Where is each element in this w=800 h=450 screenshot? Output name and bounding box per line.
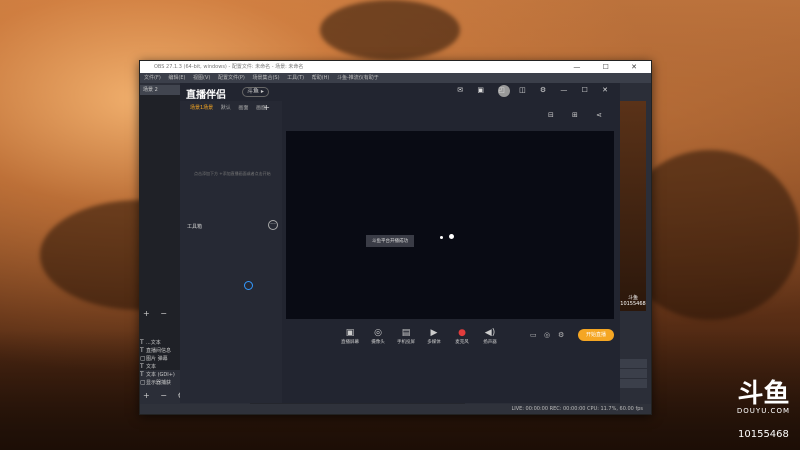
add-scene-icon[interactable]: +	[263, 101, 270, 115]
zb-header: 直播伴侣 斗鱼 ▸ ✉ ▣ ◰ ◫ ⚙ — ☐ ✕	[180, 83, 620, 101]
toolbox-label: 工具箱	[187, 224, 203, 230]
source-label: 文本	[146, 364, 157, 370]
tab-scene-1[interactable]: 场景1场景	[190, 105, 213, 111]
source-label: 图片 弹幕	[146, 356, 168, 362]
source-label: 显示器捕获	[146, 380, 172, 386]
menu-douyu[interactable]: 斗鱼-推流仪有助于	[337, 75, 379, 81]
gear-icon[interactable]: ⚙	[558, 331, 564, 339]
empty-scene-hint: 点击添加下方 +添加直播画面或者点击开始	[194, 171, 271, 176]
menu-edit[interactable]: 编辑(E)	[168, 75, 185, 81]
source-label: ...文本	[146, 340, 161, 346]
obs-menubar: 文件(F) 编辑(E) 视图(V) 配置文件(P) 场景集合(S) 工具(T) …	[140, 73, 651, 83]
room-id: 10155468	[738, 429, 789, 440]
scenes-panel: 场景 2	[140, 85, 182, 370]
preview-watermark: 斗鱼 10155468	[620, 295, 646, 307]
menu-help[interactable]: 帮助(H)	[312, 75, 330, 81]
toolbox-more-button[interactable]: ···	[268, 220, 278, 230]
image-source-icon: ▢	[140, 355, 146, 362]
scene-tabs: 场景1场景 默认 画面 画面 +	[180, 101, 282, 115]
douyu-watermark: 斗鱼 DOUYU.COM 10155468	[737, 381, 790, 440]
eye-icon[interactable]: ◎	[544, 331, 550, 339]
menu-tools[interactable]: 工具(T)	[287, 75, 304, 81]
zb-scene-sidebar: 场景1场景 默认 画面 画面 + 点击添加下方 +添加直播画面或者点击开始 工具…	[180, 101, 282, 403]
play-icon: ▶	[430, 328, 438, 338]
screen-capture-button[interactable]: ▣ 直播屏幕	[338, 328, 362, 345]
menu-profile[interactable]: 配置文件(P)	[218, 75, 245, 81]
scene-item-selected[interactable]: 场景 2	[140, 85, 182, 95]
camera-button[interactable]: ◎ 摄像头	[366, 328, 390, 345]
text-source-icon: T	[140, 339, 144, 346]
menu-file[interactable]: 文件(F)	[144, 75, 161, 81]
douyu-site: DOUYU.COM	[736, 407, 790, 415]
scene-controls[interactable]: + −	[143, 309, 171, 318]
tab-screen[interactable]: 画面	[238, 105, 248, 111]
microphone-icon: ●	[458, 328, 466, 338]
obs-preview-strip: 斗鱼 10155468	[620, 101, 646, 311]
success-toast: 斗鱼平台开播成功	[366, 235, 414, 247]
zb-logo: 直播伴侣	[186, 90, 226, 101]
zhibo-companion-window: 直播伴侣 斗鱼 ▸ ✉ ▣ ◰ ◫ ⚙ — ☐ ✕ 场景1场景 默认 画面 画面…	[180, 83, 620, 403]
obs-titlebar[interactable]: OBS 27.1.3 (64-bit, windows) - 配置文件: 未命名…	[140, 61, 651, 73]
stream-preview: 斗鱼平台开播成功	[286, 131, 614, 319]
preview-tool-icons[interactable]: ⊟ ⊞ ⋖	[548, 111, 610, 119]
header-icons[interactable]: ✉ ▣ ◰ ◫ ⚙ — ☐ ✕	[457, 86, 614, 94]
text-source-icon: T	[140, 363, 144, 370]
obs-title-text: OBS 27.1.3 (64-bit, windows) - 配置文件: 未命名…	[154, 64, 304, 70]
text-source-icon: T	[140, 371, 144, 378]
source-toolbar: ▣ 直播屏幕 ◎ 摄像头 ▤ 手机投屏 ▶ 多媒体 ● 麦克风 ◀) 扬声器	[286, 328, 620, 356]
loading-dots	[440, 224, 460, 243]
phone-cast-button[interactable]: ▤ 手机投屏	[394, 328, 418, 345]
tab-default[interactable]: 默认	[221, 105, 231, 111]
record-icon[interactable]: ▭	[530, 331, 537, 339]
menu-view[interactable]: 视图(V)	[193, 75, 210, 81]
source-label: 直播间信息	[146, 348, 172, 354]
start-live-button[interactable]: 开始直播	[578, 329, 614, 341]
camera-icon: ◎	[374, 328, 382, 338]
platform-badge[interactable]: 斗鱼 ▸	[242, 87, 269, 97]
douyu-logo: 斗鱼	[737, 379, 790, 409]
text-source-icon: T	[140, 347, 144, 354]
monitor-source-icon: ▢	[140, 379, 146, 386]
speaker-button[interactable]: ◀) 扬声器	[478, 328, 502, 345]
microphone-button[interactable]: ● 麦克风	[450, 328, 474, 345]
media-button[interactable]: ▶ 多媒体	[422, 328, 446, 345]
phone-icon: ▤	[401, 328, 411, 338]
monitor-icon: ▣	[345, 328, 355, 338]
menu-scene-collection[interactable]: 场景集合(S)	[252, 75, 279, 81]
obs-statusbar: LIVE: 00:00:00 REC: 00:00:00 CPU: 11.7%,…	[140, 404, 651, 414]
obs-window-controls[interactable]: — ☐ ✕	[573, 61, 647, 73]
speaker-icon: ◀)	[484, 328, 496, 338]
source-label: 文本 (GDI+)	[146, 372, 175, 378]
loading-cursor-icon	[244, 281, 253, 290]
